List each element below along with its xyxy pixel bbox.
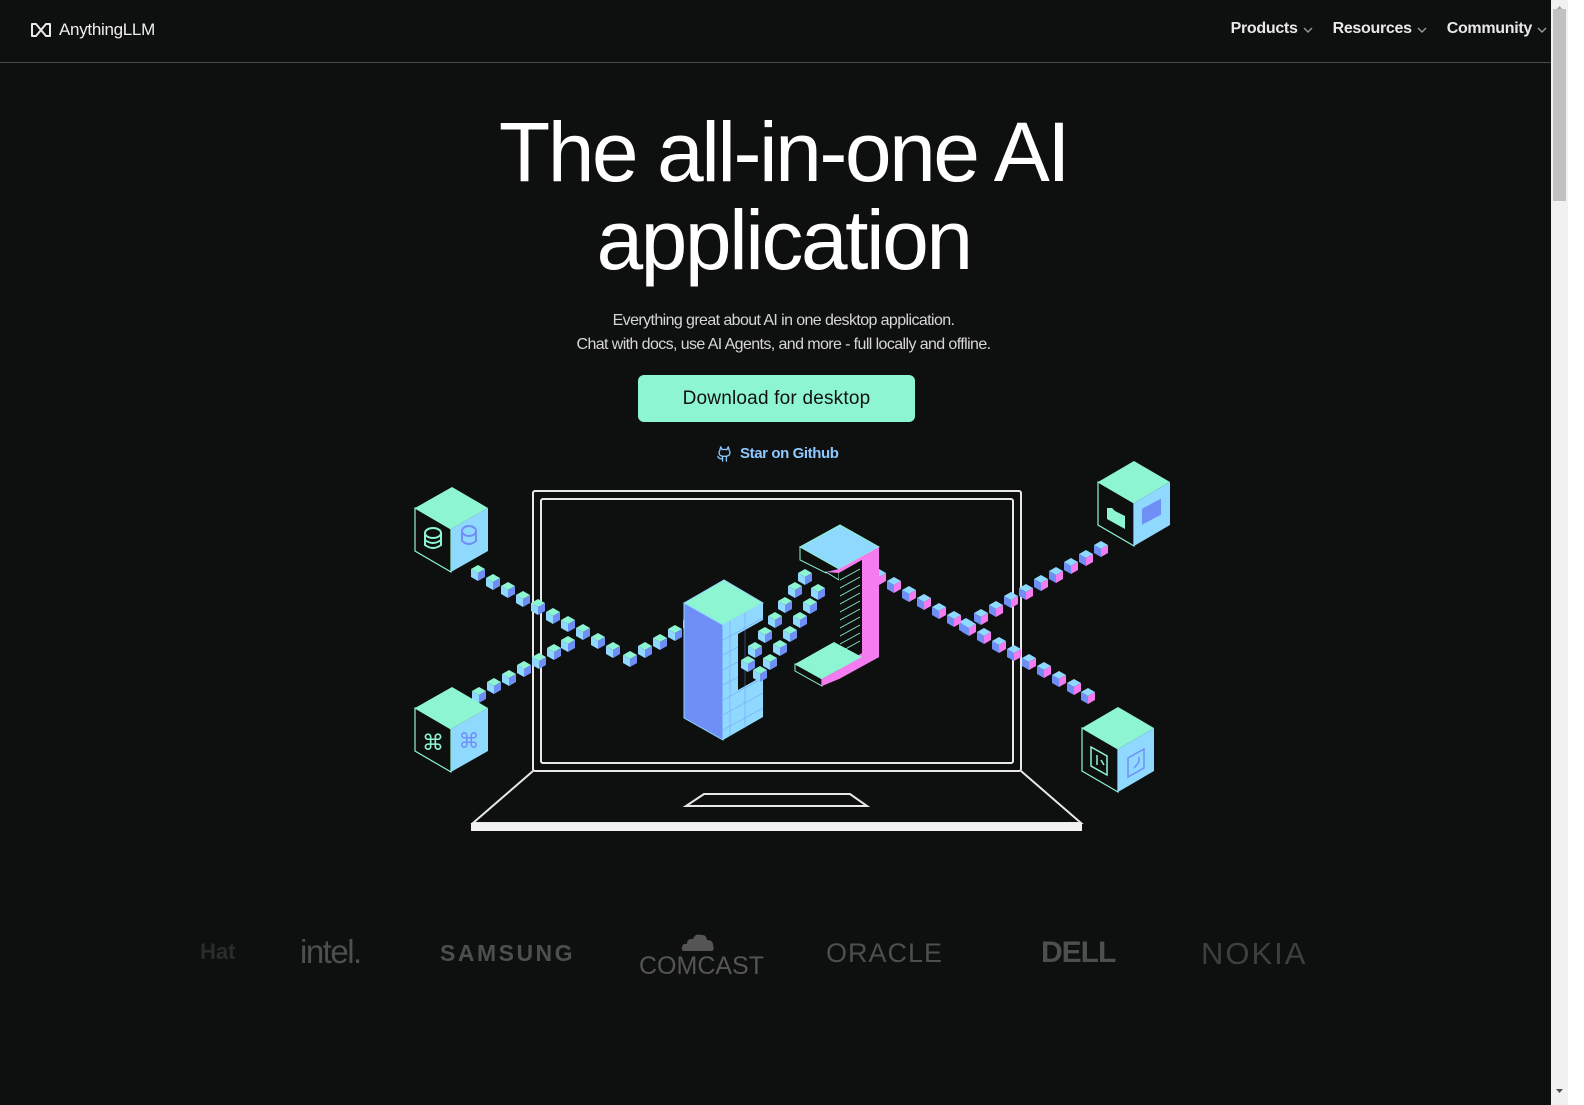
main-nav: Products Resources Community: [1231, 20, 1547, 38]
hero-illustration: ⌘ ⌘: [414, 461, 1170, 831]
logo-samsung: SAMSUNG: [440, 940, 576, 966]
svg-text:⌘: ⌘: [459, 729, 480, 753]
comcast-cloud-icon: [681, 934, 714, 951]
nav-resources-label: Resources: [1332, 20, 1412, 37]
logo-intel: intel.: [300, 933, 362, 970]
logo-dell: DELL: [1041, 936, 1116, 969]
binary-file-cube: [1097, 461, 1170, 548]
laptop-outline: [470, 490, 1084, 824]
logo-redhat: Hat: [200, 939, 236, 964]
scrollbar-thumb[interactable]: [1553, 9, 1566, 201]
window-edge: [1568, 0, 1584, 1105]
download-desktop-button[interactable]: Download for desktop: [638, 375, 915, 422]
site-header: AnythingLLM Products Resources Community: [0, 0, 1567, 63]
anythingllm-3d-logo: [682, 524, 881, 741]
chevron-down-icon: [1417, 27, 1427, 33]
nav-resources[interactable]: Resources: [1333, 20, 1427, 38]
chevron-down-icon: [1303, 27, 1313, 33]
right-data-chain-bottom: [857, 560, 1095, 704]
page: AnythingLLM Products Resources Community…: [0, 0, 1567, 1105]
customer-logos: Hat intel. SAMSUNG COMCAST ORACLE DELL N…: [0, 925, 1567, 985]
logo-nokia: NOKIA: [1201, 936, 1308, 971]
nav-community[interactable]: Community: [1447, 20, 1547, 38]
hero-title: The all-in-one AI application: [0, 108, 1567, 284]
left-data-chain-bottom: [472, 636, 575, 703]
nav-products-label: Products: [1230, 20, 1298, 37]
hero-subtitle: Everything great about AI in one desktop…: [0, 309, 1567, 357]
chevron-down-icon: [1537, 27, 1547, 33]
brand-name: AnythingLLM: [59, 20, 155, 39]
hero-title-line2: application: [596, 193, 973, 287]
infinity-logo-icon: [31, 23, 51, 37]
hero-title-line1: The all-in-one AI: [498, 105, 1071, 199]
logo-comcast: COMCAST: [639, 952, 764, 980]
hero-subtitle-line1: Everything great about AI in one desktop…: [612, 312, 955, 329]
database-cube: [414, 487, 488, 574]
vertical-scrollbar[interactable]: [1551, 0, 1568, 1105]
right-data-chain-top: [959, 541, 1108, 634]
nav-products[interactable]: Products: [1231, 20, 1313, 38]
left-data-chain-top: [471, 565, 697, 667]
nav-community-label: Community: [1446, 20, 1533, 37]
brand-home-link[interactable]: AnythingLLM: [29, 20, 155, 40]
laptop-base: [471, 823, 1082, 831]
hero-subtitle-line2: Chat with docs, use AI Agents, and more …: [576, 336, 992, 353]
scroll-down-arrow-icon[interactable]: [1551, 1082, 1568, 1099]
circuit-file-cube: [1081, 707, 1154, 794]
command-key-icon: ⌘: [422, 731, 444, 756]
logo-oracle: ORACLE: [826, 938, 944, 968]
